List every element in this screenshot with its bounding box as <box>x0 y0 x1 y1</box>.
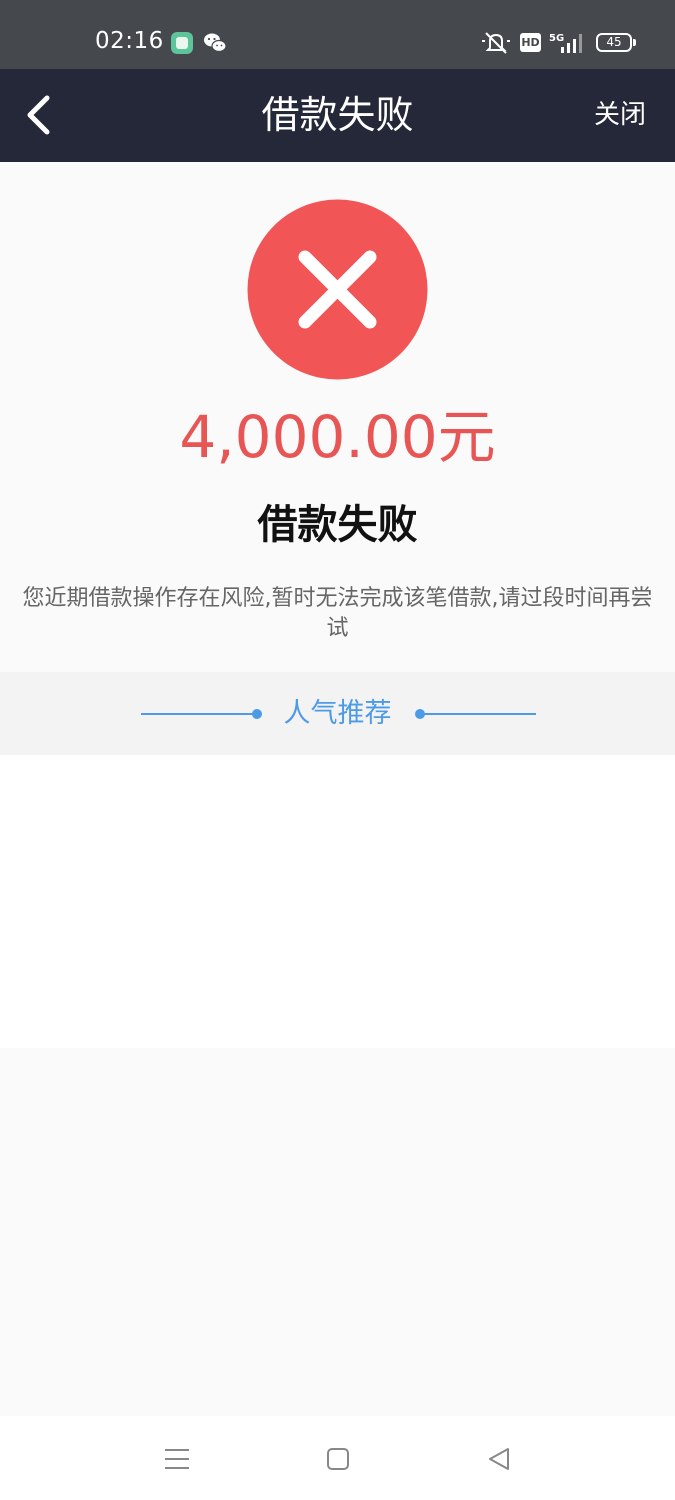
wechat-icon <box>204 33 227 53</box>
menu-icon[interactable] <box>164 1448 190 1470</box>
page-title: 借款失败 <box>261 93 414 137</box>
status-bar: 02:16 HD 5G 45 <box>0 0 675 69</box>
recommend-header: 人气推荐 <box>0 672 675 755</box>
back-triangle-icon[interactable] <box>486 1446 512 1472</box>
nav-bar: 借款失败 关闭 <box>0 69 675 162</box>
hd-voice-icon: HD <box>520 33 541 52</box>
recommend-content <box>0 755 675 1048</box>
home-icon[interactable] <box>326 1447 350 1471</box>
status-time: 02:16 <box>95 28 164 54</box>
result-panel: 4,000.00元 借款失败 您近期借款操作存在风险,暂时无法完成该笔借款,请过… <box>0 162 675 672</box>
result-title: 借款失败 <box>257 502 418 548</box>
loan-amount: 4,000.00元 <box>179 403 496 471</box>
page-background <box>0 1048 675 1416</box>
system-nav-bar <box>0 1416 675 1500</box>
app-notification-icon <box>171 32 193 54</box>
close-button[interactable]: 关闭 <box>594 69 646 162</box>
recommend-label: 人气推荐 <box>283 698 392 729</box>
battery-icon: 45 <box>596 33 636 52</box>
result-description: 您近期借款操作存在风险,暂时无法完成该笔借款,请过段时间再尝试 <box>22 586 653 641</box>
mute-bell-icon <box>482 32 510 54</box>
signal-5g-icon: 5G <box>549 33 582 53</box>
fail-x-icon <box>247 199 428 380</box>
network-type-label: 5G <box>549 33 564 44</box>
